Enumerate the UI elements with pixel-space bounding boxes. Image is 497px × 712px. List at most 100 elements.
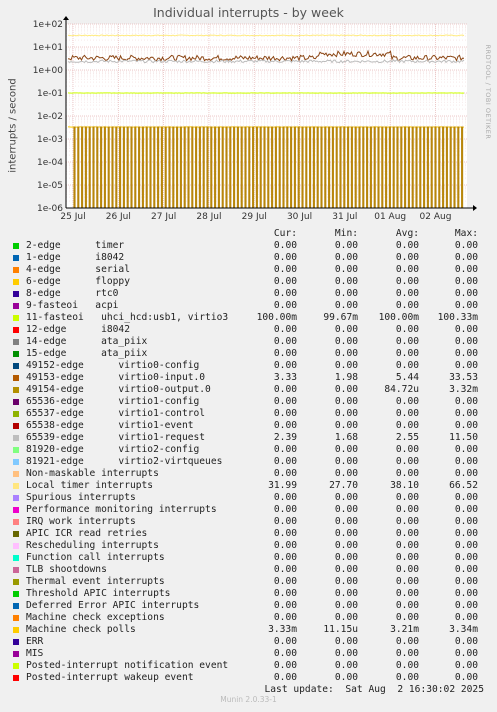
legend-max-value: 0.00: [454, 336, 478, 347]
legend-cur-value: 0.00: [273, 396, 297, 407]
legend-avg-value: 0.00: [395, 300, 419, 311]
legend-min-value: 0.00: [334, 504, 358, 515]
legend-avg-value: 0.00: [395, 264, 419, 275]
legend-max-value: 0.00: [454, 276, 478, 287]
legend-label: Function call interrupts: [26, 552, 165, 563]
legend-swatch: [13, 567, 19, 573]
legend-label: Machine check exceptions: [26, 612, 165, 623]
legend-label: Thermal event interrupts: [26, 576, 165, 587]
legend-label: 65538-edge virtio1-event: [26, 420, 194, 431]
munin-version: Munin 2.0.33-1: [220, 695, 277, 704]
legend-cur-value: 0.00: [273, 264, 297, 275]
legend-min-value: 0.00: [334, 612, 358, 623]
legend-label: 65537-edge virtio1-control: [26, 408, 206, 419]
legend-max-value: 66.52: [449, 480, 478, 491]
legend-min-value: 0.00: [334, 660, 358, 671]
legend-avg-value: 0.00: [395, 576, 419, 587]
legend-row: Posted-interrupt notification event 0.00 0…: [0, 660, 497, 672]
legend-avg-value: 3.21m: [390, 624, 419, 635]
legend-avg-value: 0.00: [395, 348, 419, 359]
x-tick-label: 02 Aug: [420, 212, 452, 222]
legend-row: IRQ work interrupts 0.00 0.00 0.00 0.00: [0, 516, 497, 528]
legend-min-value: 0.00: [334, 540, 358, 551]
legend-min-value: 0.00: [334, 588, 358, 599]
legend-max-value: 100.33m: [437, 312, 478, 323]
legend-max-value: 0.00: [454, 540, 478, 551]
y-tick-label: 1e+02: [33, 20, 63, 30]
legend-label: 6-edge floppy: [26, 276, 130, 287]
legend-header: Cur: Min: Avg: Max:: [0, 228, 497, 240]
legend-avg-value: 0.00: [395, 552, 419, 563]
legend-row: 49153-edge virtio0-input.0 3.33 1.98 5.44 33…: [0, 372, 497, 384]
legend-swatch: [13, 255, 19, 261]
legend-row: 65539-edge virtio1-request 2.39 1.68 2.55 11…: [0, 432, 497, 444]
legend-max-value: 0.00: [454, 492, 478, 503]
legend-cur-value: 2.39: [273, 432, 297, 443]
legend-swatch: [13, 579, 19, 585]
legend-row: APIC ICR read retries 0.00 0.00 0.00 0.00: [0, 528, 497, 540]
legend-max-value: 11.50: [449, 432, 478, 443]
legend-swatch: [13, 447, 19, 453]
legend-label: 2-edge timer: [26, 240, 125, 251]
legend-label: IRQ work interrupts: [26, 516, 136, 527]
legend-cur-value: 0.00: [273, 600, 297, 611]
legend-avg-value: 0.00: [395, 660, 419, 671]
legend-min-value: 0.00: [334, 564, 358, 575]
legend-avg-value: 0.00: [395, 612, 419, 623]
legend-label: 12-edge i8042: [26, 324, 130, 335]
legend-min-value: 0.00: [334, 552, 358, 563]
legend-max-value: 0.00: [454, 516, 478, 527]
legend-swatch: [13, 555, 19, 561]
legend-avg-value: 0.00: [395, 540, 419, 551]
legend-cur-value: 0.00: [273, 552, 297, 563]
legend-avg-value: 0.00: [395, 492, 419, 503]
legend-max-value: 0.00: [454, 252, 478, 263]
y-tick-label: 1e-01: [37, 89, 63, 99]
legend-swatch: [13, 267, 19, 273]
legend-cur-value: 0.00: [273, 528, 297, 539]
legend-min-value: 0.00: [334, 300, 358, 311]
legend-avg-value: 0.00: [395, 456, 419, 467]
legend-label: 14-edge ata_piix: [26, 336, 148, 347]
legend-cur-value: 0.00: [273, 576, 297, 587]
legend-cur-value: 3.33: [273, 372, 297, 383]
legend-swatch: [13, 375, 19, 381]
legend-avg-value: 0.00: [395, 600, 419, 611]
x-tick-label: 25 Jul: [60, 212, 85, 222]
legend-swatch: [13, 291, 19, 297]
legend-cur-value: 0.00: [273, 348, 297, 359]
legend-avg-value: 38.10: [390, 480, 419, 491]
legend-swatch: [13, 411, 19, 417]
legend-avg-value: 0.00: [395, 504, 419, 515]
legend-avg-value: 2.55: [395, 432, 419, 443]
last-update: Last update: Sat Aug 2 16:30:02 2025: [264, 684, 485, 695]
legend-row: Function call interrupts 0.00 0.00 0.00 0.00: [0, 552, 497, 564]
legend-max-value: 0.00: [454, 504, 478, 515]
legend-max-value: 0.00: [454, 420, 478, 431]
legend-row: ERR 0.00 0.00 0.00 0.00: [0, 636, 497, 648]
legend-avg-value: 0.00: [395, 528, 419, 539]
legend-label: Threshold APIC interrupts: [26, 588, 171, 599]
legend-max-value: 0.00: [454, 468, 478, 479]
legend-swatch: [13, 507, 19, 513]
legend-label: Rescheduling interrupts: [26, 540, 159, 551]
legend-avg-value: 0.00: [395, 252, 419, 263]
legend-swatch: [13, 663, 19, 669]
legend-row: 65536-edge virtio1-config 0.00 0.00 0.00 0.0…: [0, 396, 497, 408]
x-tick-label: 26 Jul: [106, 212, 131, 222]
legend-avg-value: 0.00: [395, 360, 419, 371]
legend-max-value: 0.00: [454, 264, 478, 275]
legend-cur-value: 0.00: [273, 276, 297, 287]
legend-row: Threshold APIC interrupts 0.00 0.00 0.00 0.0…: [0, 588, 497, 600]
legend-max-value: 0.00: [454, 600, 478, 611]
legend-cur-value: 0.00: [273, 300, 297, 311]
legend-max-value: 0.00: [454, 552, 478, 563]
legend-max-value: 3.34m: [449, 624, 478, 635]
legend-cur-value: 0.00: [273, 612, 297, 623]
legend-swatch: [13, 399, 19, 405]
legend-label: Posted-interrupt wakeup event: [26, 672, 194, 683]
legend-swatch: [13, 327, 19, 333]
legend-row: Performance monitoring interrupts 0.00 0.0…: [0, 504, 497, 516]
legend-row: 9-fasteoi acpi 0.00 0.00 0.00 0.00: [0, 300, 497, 312]
legend-cur-value: 0.00: [273, 468, 297, 479]
